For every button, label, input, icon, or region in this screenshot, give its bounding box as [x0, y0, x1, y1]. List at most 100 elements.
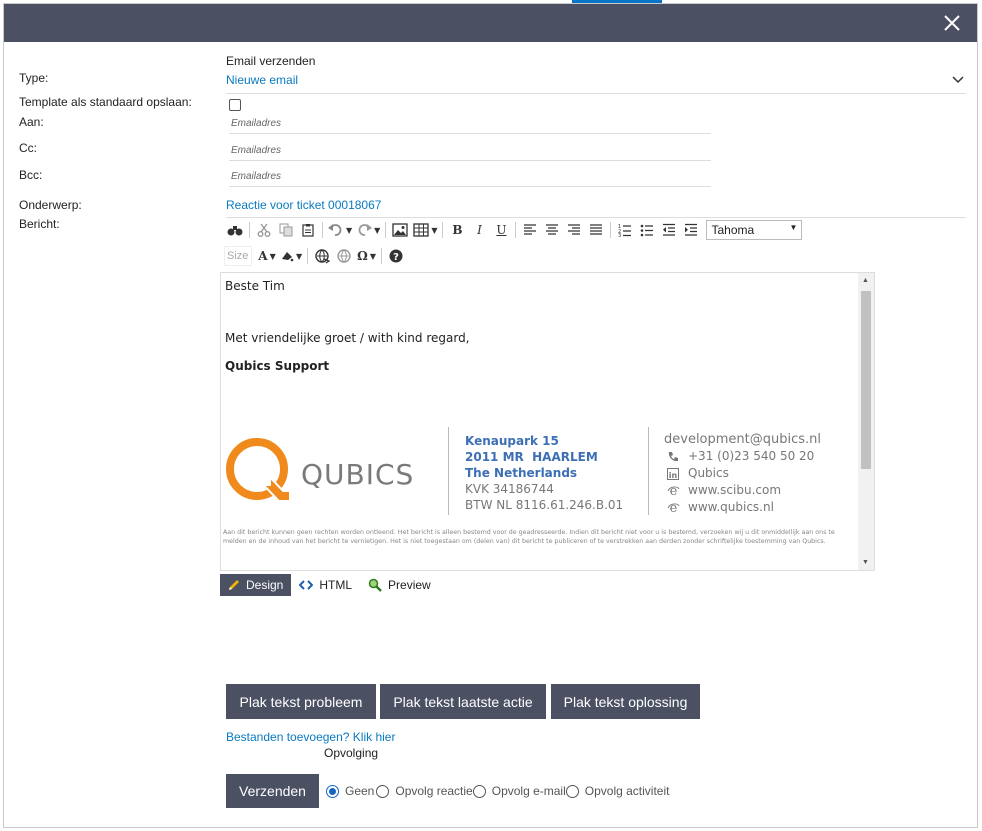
- indent-icon[interactable]: [680, 219, 702, 241]
- close-icon[interactable]: [941, 12, 963, 34]
- scroll-up-icon[interactable]: ▲: [862, 277, 869, 284]
- redo-icon[interactable]: ▼: [354, 219, 382, 241]
- contact-site-2: www.qubics.nl: [688, 500, 774, 514]
- toolbar-separator: [610, 222, 612, 238]
- phone-icon: [664, 450, 682, 464]
- paste-last-action-button[interactable]: Plak tekst laatste actie: [380, 684, 546, 719]
- chevron-down-icon: ▼: [789, 223, 798, 232]
- radio-none[interactable]: [326, 784, 339, 798]
- greeting-text: Beste Tim: [225, 279, 285, 293]
- to-email-input[interactable]: Emailadres: [229, 114, 711, 134]
- disclaimer-text: Aan dit bericht kunnen geen rechten word…: [223, 529, 835, 545]
- email-dialog: Email verzenden Type: Template als stand…: [3, 3, 978, 828]
- bullet-list-icon[interactable]: [636, 219, 658, 241]
- contact-phone: +31 (0)23 540 50 20: [688, 449, 815, 463]
- subject-label: Onderwerp:: [19, 198, 82, 212]
- special-char-icon[interactable]: Ω ▼: [355, 245, 378, 267]
- template-default-checkbox[interactable]: [229, 99, 241, 111]
- editor-scrollbar[interactable]: ▲ ▼: [858, 273, 874, 570]
- type-select[interactable]: Nieuwe email: [226, 70, 966, 94]
- message-editor[interactable]: Beste Tim Met vriendelijke groet / with …: [220, 272, 875, 571]
- address-street: Kenaupark 15: [465, 434, 559, 448]
- add-files-link[interactable]: Bestanden toevoegen? Klik hier: [226, 730, 395, 744]
- tab-html[interactable]: HTML: [291, 574, 360, 596]
- type-select-value: Nieuwe email: [226, 73, 299, 87]
- outdent-icon[interactable]: [658, 219, 680, 241]
- followup-title: Opvolging: [324, 746, 379, 760]
- undo-icon[interactable]: ▼: [326, 219, 354, 241]
- signature-divider: [448, 427, 449, 515]
- web-icon: e: [664, 484, 682, 498]
- sender-text: Qubics Support: [225, 359, 330, 373]
- toolbar-separator: [307, 248, 309, 264]
- paste-problem-button[interactable]: Plak tekst probleem: [226, 684, 376, 719]
- toolbar-separator: [322, 222, 323, 238]
- toolbar-separator: [381, 248, 382, 264]
- svg-text:e: e: [669, 501, 677, 514]
- pencil-icon: [228, 579, 240, 591]
- radio-followup-activity-label: Opvolg activiteit: [584, 784, 670, 798]
- align-center-icon[interactable]: [541, 219, 563, 241]
- editor-toolbar-row-1: ▼ ▼ ▼ B I U 123 Tahoma ▼: [224, 218, 803, 242]
- radio-followup-reaction[interactable]: [376, 784, 390, 798]
- paste-solution-button[interactable]: Plak tekst oplossing: [551, 684, 700, 719]
- align-justify-icon[interactable]: [585, 219, 607, 241]
- paste-icon[interactable]: [297, 219, 319, 241]
- numbered-list-icon[interactable]: 123: [614, 219, 636, 241]
- qubics-logo: QUBICS: [223, 438, 433, 508]
- address-kvk: KVK 34186744: [465, 482, 554, 496]
- tab-design[interactable]: Design: [220, 574, 292, 596]
- tab-html-label: HTML: [319, 578, 353, 592]
- magnifier-icon: [368, 578, 382, 592]
- svg-text:?: ?: [393, 252, 399, 263]
- section-title: Email verzenden: [226, 54, 316, 68]
- bold-icon[interactable]: B: [446, 219, 468, 241]
- linkedin-icon: in: [664, 467, 682, 481]
- contact-linkedin: Qubics: [688, 466, 729, 480]
- insert-link-icon[interactable]: [311, 245, 333, 267]
- svg-text:3: 3: [618, 233, 621, 237]
- toolbar-separator: [515, 222, 517, 238]
- cut-icon[interactable]: [253, 219, 275, 241]
- font-name-select[interactable]: Tahoma ▼: [706, 220, 803, 240]
- font-size-input[interactable]: Size: [224, 246, 252, 266]
- align-right-icon[interactable]: [563, 219, 585, 241]
- align-left-icon[interactable]: [519, 219, 541, 241]
- cc-label: Cc:: [19, 141, 37, 155]
- scroll-down-icon[interactable]: ▼: [862, 559, 869, 566]
- to-label: Aan:: [19, 115, 44, 129]
- bcc-label: Bcc:: [19, 168, 43, 182]
- scrollbar-thumb[interactable]: [861, 291, 871, 469]
- cc-email-input[interactable]: Emailadres: [229, 141, 711, 161]
- font-name-value: Tahoma: [711, 223, 755, 237]
- address-city: 2011 MR HAARLEM: [465, 450, 598, 464]
- toolbar-separator: [249, 222, 250, 238]
- logo-wordmark: QUBICS: [301, 458, 415, 491]
- editor-toolbar-row-2: Size A ▼ ▼ Ω ▼ ?: [224, 244, 407, 268]
- help-icon[interactable]: ?: [385, 245, 407, 267]
- tab-preview[interactable]: Preview: [360, 574, 439, 596]
- chevron-down-icon: [952, 73, 964, 88]
- contact-site-1: www.scibu.com: [688, 483, 782, 497]
- italic-icon[interactable]: I: [468, 219, 490, 241]
- radio-none-label: Geen: [345, 784, 375, 798]
- tab-preview-label: Preview: [388, 578, 431, 592]
- find-replace-icon[interactable]: [224, 219, 246, 241]
- send-button[interactable]: Verzenden: [226, 774, 319, 808]
- copy-icon[interactable]: [275, 219, 297, 241]
- subject-input[interactable]: Reactie voor ticket 00018067: [226, 196, 966, 218]
- insert-image-icon[interactable]: [389, 219, 411, 241]
- toolbar-separator: [385, 222, 387, 238]
- bcc-email-input[interactable]: Emailadres: [229, 167, 711, 187]
- svg-text:e: e: [669, 484, 677, 497]
- insert-table-icon[interactable]: ▼: [411, 219, 439, 241]
- highlight-color-icon[interactable]: ▼: [278, 245, 304, 267]
- web-icon: e: [664, 501, 682, 515]
- type-label: Type:: [19, 71, 49, 85]
- font-color-icon[interactable]: A ▼: [256, 245, 278, 267]
- signature-contact: development@qubics.nl +31 (0)23 540 50 2…: [664, 431, 821, 516]
- remove-link-icon[interactable]: [333, 245, 355, 267]
- underline-icon[interactable]: U: [490, 219, 512, 241]
- radio-followup-email[interactable]: [472, 784, 486, 798]
- radio-followup-activity[interactable]: [565, 784, 579, 798]
